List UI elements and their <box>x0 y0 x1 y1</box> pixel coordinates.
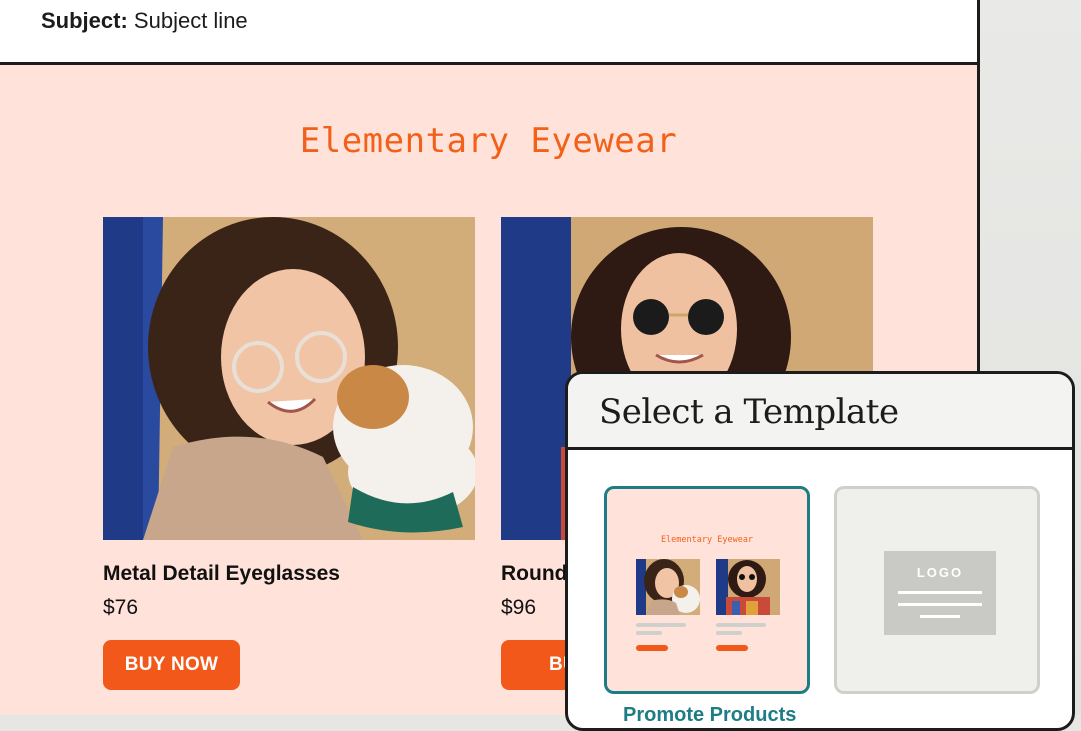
template-thumbnail-text-line <box>636 623 686 627</box>
template-thumbnail-text-line <box>716 631 742 635</box>
select-template-dialog: Select a Template Elementary Eyewear LOG… <box>565 371 1075 731</box>
template-thumbnail-button <box>716 645 748 651</box>
product-card: Metal Detail Eyeglasses $76 BUY NOW <box>103 217 475 690</box>
product-price: $76 <box>103 596 139 619</box>
placeholder-line <box>898 591 982 594</box>
template-thumbnail-text-line <box>636 631 662 635</box>
subject-line[interactable]: Subject: Subject line <box>41 8 248 34</box>
template-thumbnail-photo <box>636 559 700 615</box>
placeholder-line <box>920 615 960 618</box>
dialog-header: Select a Template <box>568 374 1072 450</box>
subject-bar: Subject: Subject line <box>0 0 977 65</box>
placeholder-line <box>898 603 982 606</box>
product-name: Metal Detail Eyeglasses <box>103 562 340 585</box>
template-caption[interactable]: Promote Products <box>623 704 796 727</box>
logo-placeholder: LOGO <box>884 551 996 635</box>
template-option-logo[interactable]: LOGO <box>834 486 1040 694</box>
template-thumbnail-brand: Elementary Eyewear <box>660 535 754 545</box>
product-photo <box>103 217 475 540</box>
buy-now-button[interactable]: BUY NOW <box>103 640 240 690</box>
dialog-title: Select a Template <box>599 392 899 432</box>
subject-label: Subject: <box>41 8 128 33</box>
subject-value: Subject line <box>133 8 248 33</box>
template-thumbnail-photo <box>716 559 780 615</box>
template-thumbnail-button <box>636 645 668 651</box>
brand-heading: Elementary Eyewear <box>299 121 678 161</box>
template-option-promote-products[interactable]: Elementary Eyewear <box>604 486 810 694</box>
logo-text: LOGO <box>916 565 964 580</box>
template-thumbnail-text-line <box>716 623 766 627</box>
